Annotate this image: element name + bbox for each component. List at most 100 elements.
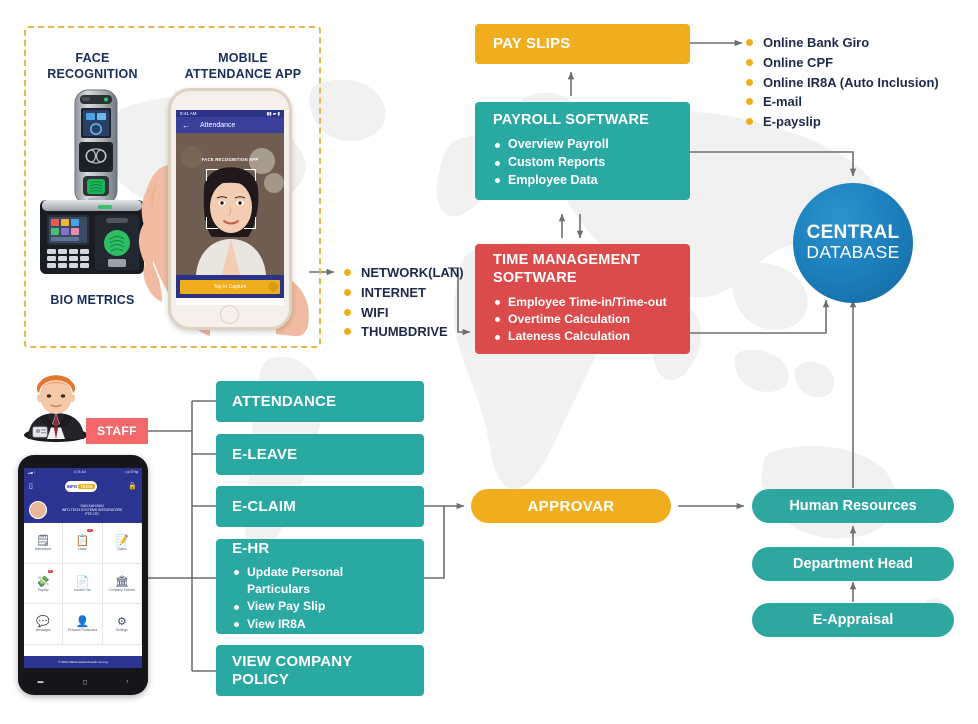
connectivity-item: THUMBDRIVE [344,322,464,342]
payslip-output-item: E-payslip [746,112,939,132]
payslip-output-item: Online CPF [746,53,939,73]
department-head-box[interactable]: Department Head [752,547,954,581]
ehr-box[interactable]: E-HR Update Personal Particulars View Pa… [216,539,424,634]
pay-slips-box[interactable]: PAY SLIPS [475,24,690,64]
tap-to-capture-label: Tap to Capture [213,284,247,290]
central-database-line2: DATABASE [806,242,900,263]
logo-text-1: INFO [66,483,78,489]
leave-badge: 2 [87,529,93,532]
phone-nav-title: Attendance [200,121,236,129]
phone-screen: 9:41 AM ▮▮ ▰ ▮ ← Attendance FACE RECOGNI… [176,110,284,305]
ehr-item: Update Personal Particulars [232,564,408,599]
ehr-item: View IR8A [232,616,408,633]
time-management-item: Overtime Calculation [493,311,672,328]
central-database-circle[interactable]: CENTRAL DATABASE [793,183,913,303]
menu-item-company-policies[interactable]: 🏛 Company Policies [102,563,142,605]
menu-item-messages[interactable]: 💬 Messages [24,604,64,645]
app-bar: ▯ INFO TECH 🔒 [24,475,142,497]
phone-app-screen: ▂▄ ◖ 8:38 AM ▾ ▮ 53%▮ ▯ INFO TECH 🔒 GAN K… [24,468,142,668]
eclaim-title: E-CLAIM [232,497,296,515]
tap-to-capture-button[interactable]: Tap to Capture [180,280,280,294]
status-icons: ▮▮ ▰ ▮ [266,110,280,116]
status-time: 9:41 AM [180,111,197,116]
e-appraisal-box[interactable]: E-Appraisal [752,603,954,637]
android-status-bar: ▂▄ ◖ 8:38 AM ▾ ▮ 53%▮ [24,468,142,475]
mobile-attendance-app-label: MOBILE ATTENDANCE APP [178,50,308,83]
menu-item-claims[interactable]: 📝 Claims [102,523,142,564]
lock-icon[interactable]: 🔒 [128,482,137,490]
view-company-policy-line2: POLICY [232,670,290,688]
view-company-policy-title: VIEW COMPANY POLICY [232,653,408,688]
phone-nav-bar: ← Attendance [176,117,284,133]
view-company-policy-line1: VIEW COMPANY [232,652,353,670]
tab-attendance[interactable]: ▤ Attendance [176,298,230,305]
status-right-icons: ▾ ▮ 53%▮ [124,469,138,474]
menu-item-settings[interactable]: ⚙ Settings [102,604,142,645]
menu-item-income-tax[interactable]: 📄 Income Tax [63,563,103,605]
human-resources-box[interactable]: Human Resources [752,489,954,523]
menu-label: Claims [116,546,127,551]
central-database-line1: CENTRAL [806,221,900,243]
time-management-title-line1: TIME MANAGEMENT [493,252,641,269]
recents-icon[interactable]: ▬ [38,679,44,685]
app-menu-grid: 🗒 Attendance 2 📋 Leave 📝 Claims 1 💸 Pays… [24,523,142,645]
home-button[interactable] [220,305,239,324]
status-left-icons: ▂▄ ◖ [28,469,36,474]
history-tab-icon: ◷ [230,303,284,305]
phone-tab-bar: ▤ Attendance ◷ History [176,298,284,305]
leave-icon: 📋 [75,534,90,547]
menu-item-attendance[interactable]: 🗒 Attendance [24,523,64,564]
profile-avatar [29,501,47,519]
personal-particulars-icon: 👤 [75,616,90,629]
android-nav-bar: ▬ ◻ ‹ [18,672,148,692]
eleave-box[interactable]: E-LEAVE [216,434,424,475]
settings-icon: ⚙ [116,616,127,629]
capture-fab-icon[interactable] [268,282,278,292]
menu-item-payslip[interactable]: 1 💸 Payslip [24,563,64,605]
tab-history[interactable]: ◷ History [230,298,284,305]
home-icon[interactable]: ◻ [83,679,88,686]
face-recognition-label-line1: FACE [75,51,110,65]
attendance-title: ATTENDANCE [232,392,337,410]
time-management-software-box[interactable]: TIME MANAGEMENT SOFTWARE Employee Time-i… [475,244,690,354]
company-policies-icon: 🏛 [114,575,129,588]
payroll-software-box[interactable]: PAYROLL SOFTWARE Overview Payroll Custom… [475,102,690,200]
eclaim-box[interactable]: E-CLAIM [216,486,424,527]
face-detection-frame [206,169,256,229]
time-management-title: TIME MANAGEMENT SOFTWARE [493,252,672,286]
approver-box[interactable]: APPROVAR [471,489,671,523]
payslip-output-item: Online Bank Giro [746,33,939,53]
employee-mobile-app-phone: ▂▄ ◖ 8:38 AM ▾ ▮ 53%▮ ▯ INFO TECH 🔒 GAN K… [18,455,148,695]
mobile-app-label-line2: ATTENDANCE APP [184,67,302,82]
mobile-attendance-phone: 9:41 AM ▮▮ ▰ ▮ ← Attendance FACE RECOGNI… [168,88,292,330]
menu-item-personal-particulars[interactable]: 👤 Personal Particulars [63,604,103,645]
connectivity-item: NETWORK(LAN) [344,263,464,283]
attendance-tab-icon: ▤ [176,303,230,305]
payslip-output-item: E-mail [746,92,939,112]
connectivity-item: INTERNET [344,283,464,303]
ehr-title: E-HR [232,540,270,557]
view-company-policy-box[interactable]: VIEW COMPANY POLICY [216,645,424,696]
back-icon[interactable]: ‹ [126,679,128,685]
device-icon[interactable]: ▯ [29,482,33,490]
messages-icon: 💬 [36,616,51,629]
staff-avatar [24,375,88,442]
payroll-software-list: Overview Payroll Custom Reports Employee… [493,136,672,189]
connectivity-list: NETWORK(LAN) INTERNET WIFI THUMBDRIVE [344,263,464,342]
ehr-list: Update Personal Particulars View Pay Sli… [232,564,408,633]
status-center-time: 8:38 AM [74,469,86,474]
back-arrow-icon[interactable]: ← [182,121,190,130]
menu-label: Settings [115,628,128,633]
attendance-box[interactable]: ATTENDANCE [216,381,424,422]
payroll-software-item: Overview Payroll [493,136,672,154]
eleave-title: E-LEAVE [232,445,298,463]
menu-item-leave[interactable]: 2 📋 Leave [63,523,103,564]
camera-preview: FACE RECOGNITION APP [176,133,284,275]
menu-label: Attendance [34,546,52,551]
infotech-logo: INFO TECH [64,480,97,492]
payslip-icon: 💸 [36,575,51,588]
menu-label: Leave [78,546,87,551]
staff-badge: STAFF [86,418,148,444]
time-management-title-line2: SOFTWARE [493,269,577,286]
menu-label: Company Policies [108,587,136,592]
